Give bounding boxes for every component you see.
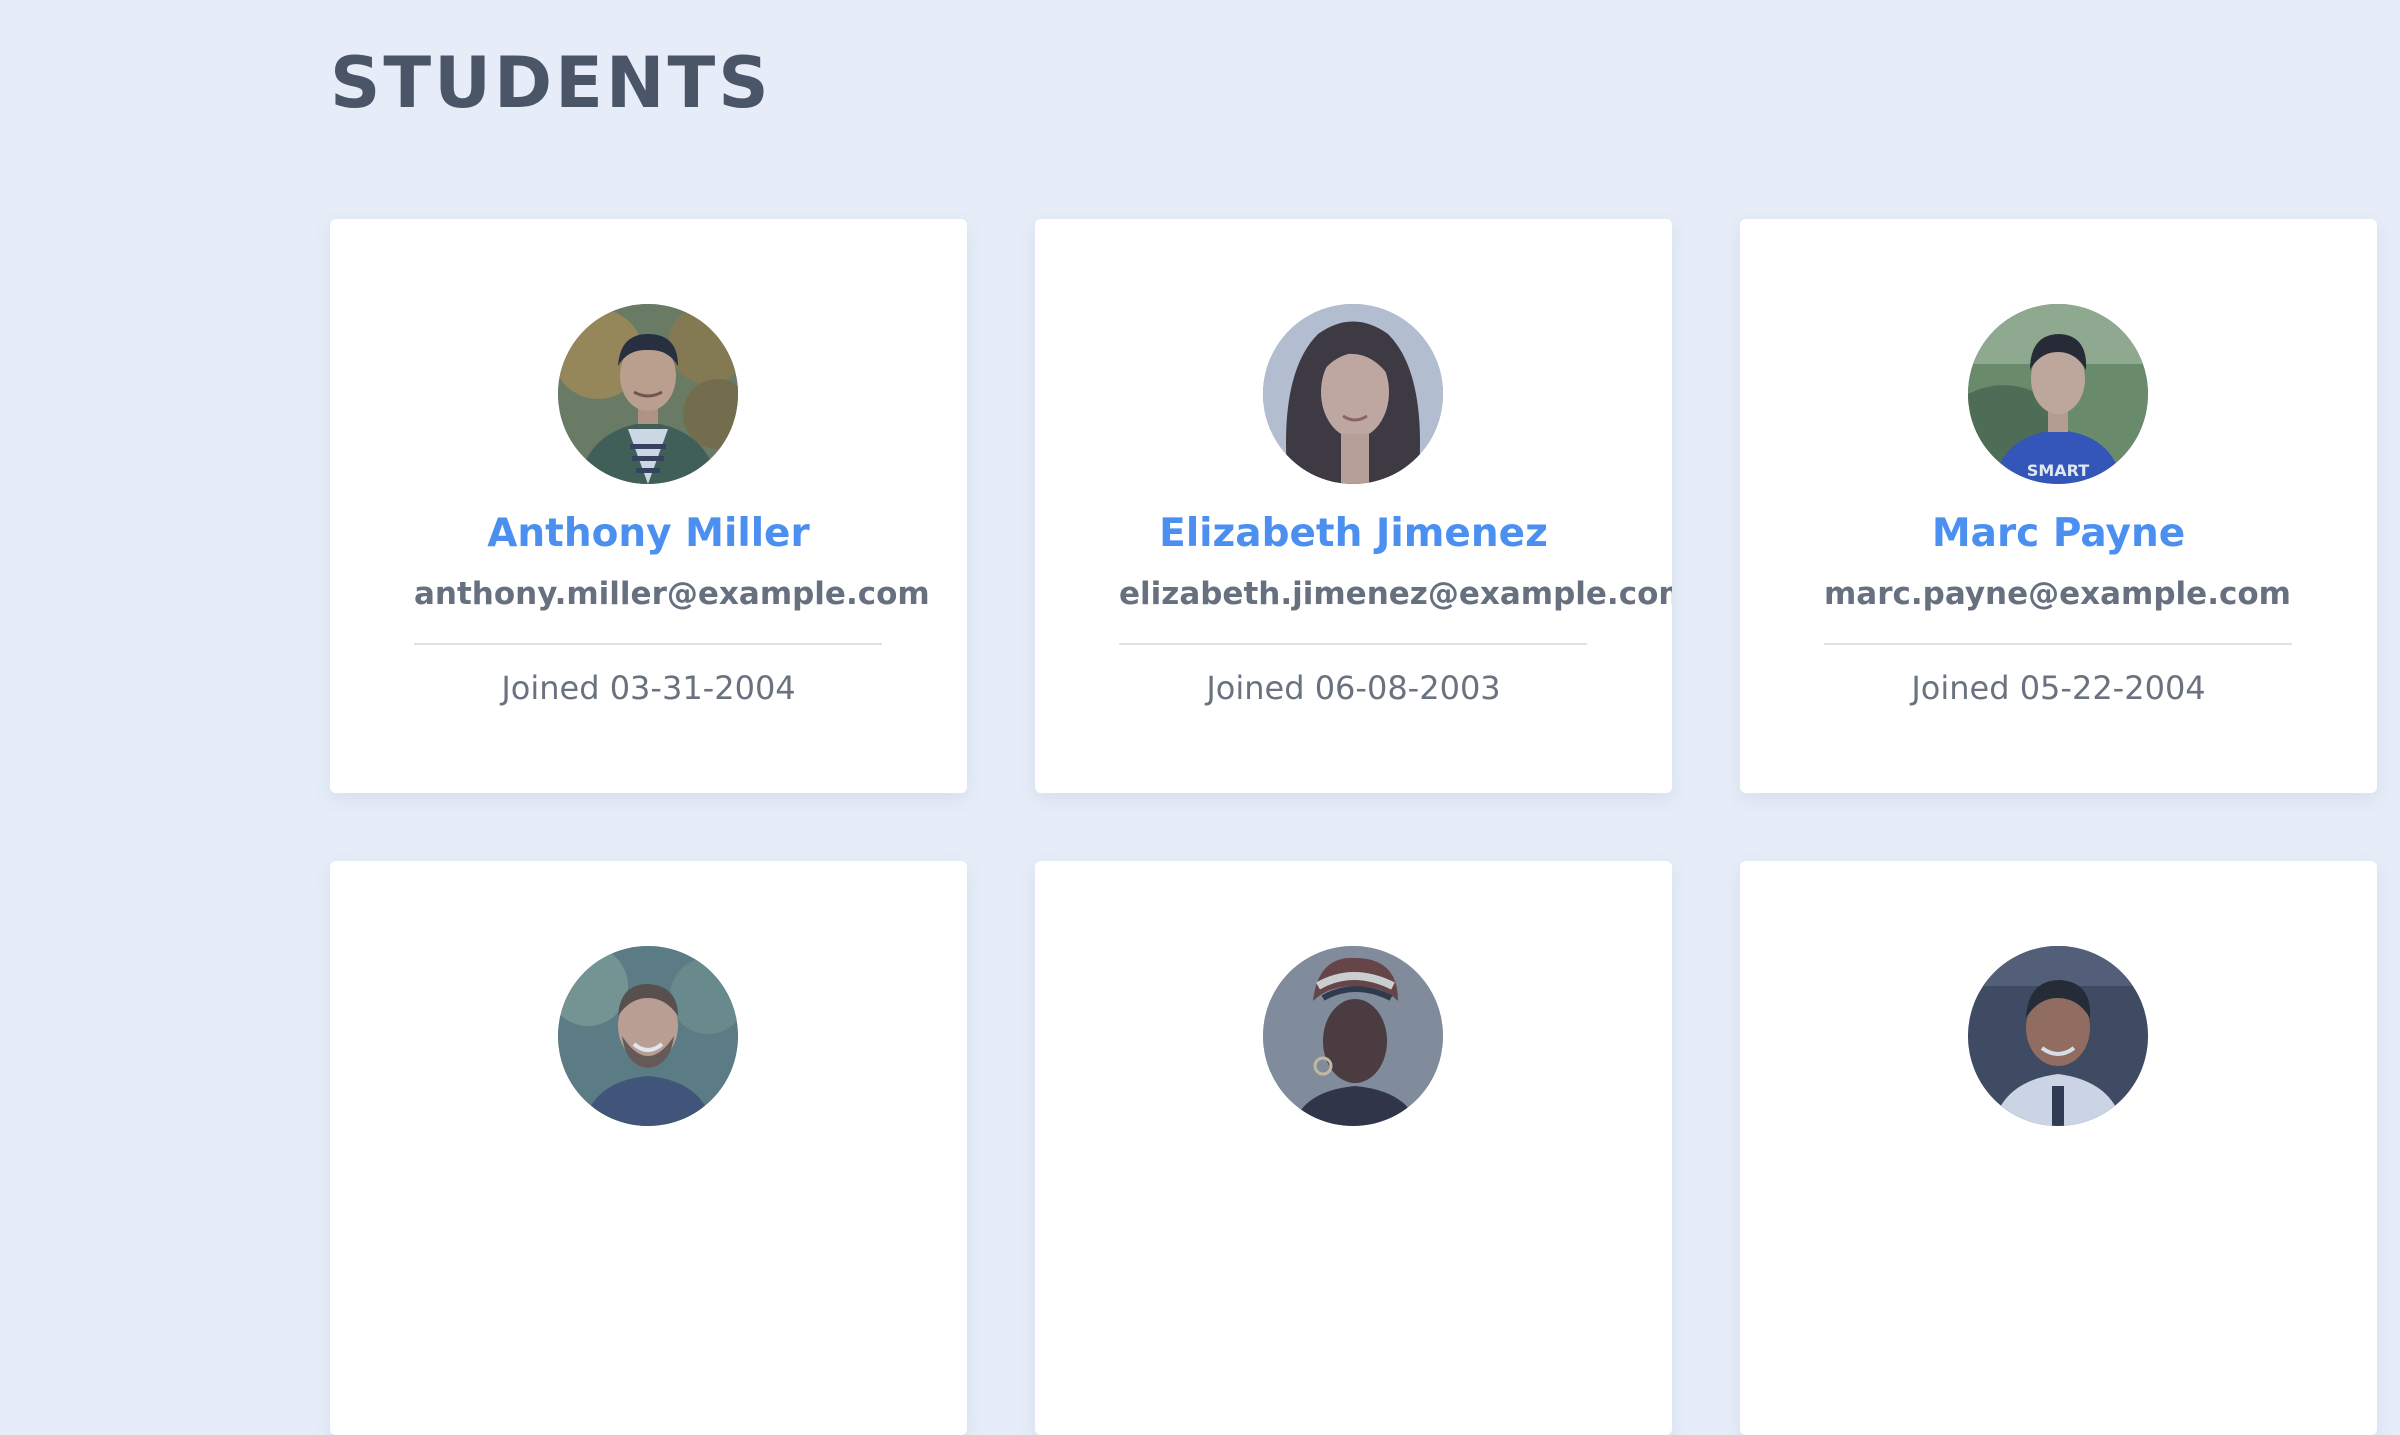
student-name[interactable]: Marc Payne [1740,509,2377,559]
student-card[interactable]: Elizabeth Jimenez elizabeth.jimenez@exam… [1035,219,1672,793]
student-card[interactable]: Anthony Miller anthony.miller@example.co… [330,219,967,793]
student-card[interactable] [1035,861,1672,1435]
student-card[interactable]: SMART Marc Payne marc.payne@example.com … [1740,219,2377,793]
student-card[interactable] [330,861,967,1435]
student-email: elizabeth.jimenez@example.com [1119,576,1672,612]
joined-date: Joined 06-08-2003 [1206,669,1501,707]
avatar: SMART [1968,304,2148,484]
avatar [558,304,738,484]
student-email: marc.payne@example.com [1824,576,2291,612]
student-card[interactable] [1740,861,2377,1435]
student-name[interactable]: Elizabeth Jimenez [1035,509,1672,559]
avatar [558,946,738,1126]
avatar [1968,946,2148,1126]
avatar [1263,946,1443,1126]
joined-date: Joined 03-31-2004 [501,669,796,707]
divider [1119,643,1587,645]
student-name[interactable]: Anthony Miller [330,509,967,559]
divider [414,643,882,645]
joined-date: Joined 05-22-2004 [1911,669,2206,707]
student-email: anthony.miller@example.com [414,576,930,612]
page-title: STUDENTS [330,42,772,124]
divider [1824,643,2292,645]
avatar [1263,304,1443,484]
